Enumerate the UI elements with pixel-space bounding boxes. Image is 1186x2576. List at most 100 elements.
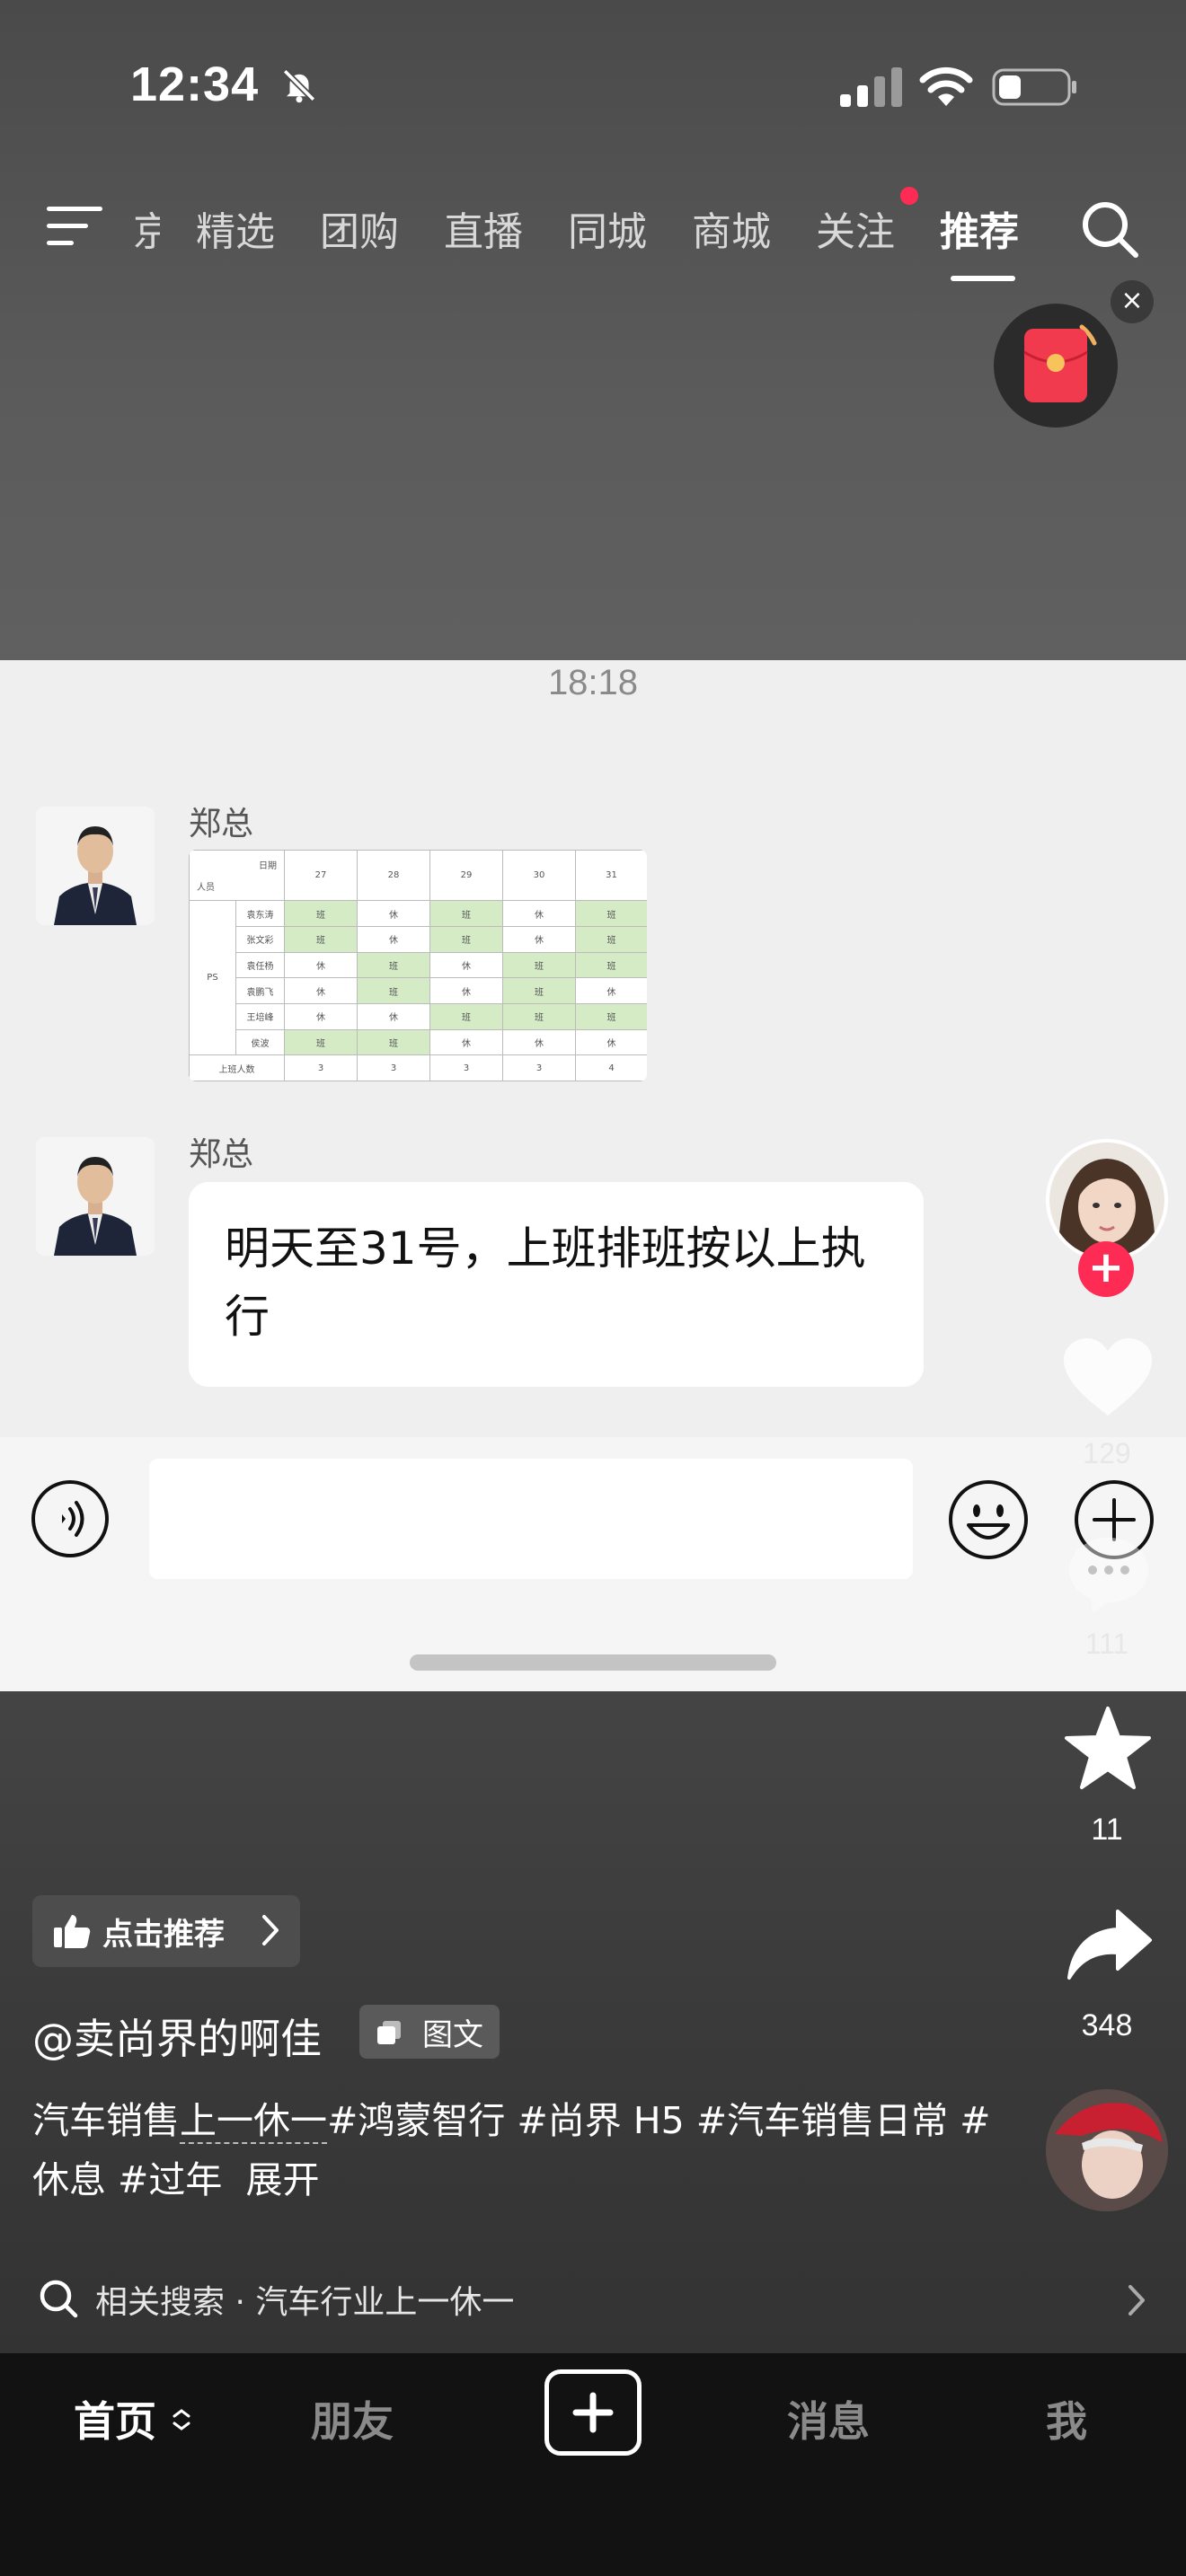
person-suit-icon — [36, 1137, 155, 1256]
tab-recommend[interactable]: 推荐 — [940, 199, 1019, 257]
person-name: 袁任杨 — [235, 951, 285, 979]
person-name: 王培峰 — [235, 1002, 285, 1030]
total-cell: 3 — [429, 1054, 503, 1081]
shift-cell: 休 — [357, 1002, 430, 1030]
shift-cell: 休 — [575, 1028, 647, 1056]
shift-cell: 班 — [575, 1002, 647, 1030]
date-header: 28 — [357, 850, 430, 902]
chevron-right-icon — [1128, 2285, 1145, 2316]
desc-text: 汽车销售 — [32, 2099, 180, 2142]
chat-timestamp: 18:18 — [547, 663, 639, 702]
shift-cell: 班 — [284, 900, 358, 927]
person-name: 侯波 — [235, 1028, 285, 1056]
bell-off-icon — [282, 68, 316, 103]
battery-icon — [992, 68, 1076, 106]
shift-cell: 班 — [429, 925, 503, 953]
create-button[interactable] — [544, 2369, 642, 2456]
shift-cell: 班 — [502, 977, 576, 1004]
shift-cell: 休 — [284, 951, 358, 979]
person-name: 袁鹏飞 — [235, 977, 285, 1004]
red-envelope-icon — [1023, 324, 1097, 402]
share-icon[interactable] — [1066, 1908, 1154, 1981]
sender-name: 郑总 — [189, 806, 254, 842]
avatar — [36, 1137, 155, 1256]
tab-messages[interactable]: 消息 — [787, 2389, 870, 2448]
tab-me[interactable]: 我 — [1046, 2389, 1087, 2448]
music-disc-photo — [1046, 2089, 1168, 2211]
signal-icon — [840, 67, 902, 107]
schedule-table-image[interactable]: 日期 人员 27 28 29 30 31 PS 袁东涛 班 休 班 休 班 张文… — [189, 850, 647, 1081]
share-count: 348 — [1081, 2008, 1133, 2042]
shift-cell: 班 — [284, 925, 358, 953]
total-cell: 3 — [357, 1054, 430, 1081]
shift-cell: 班 — [502, 1002, 576, 1030]
person-name: 袁东涛 — [235, 900, 285, 927]
expand-link[interactable]: 展开 — [245, 2158, 319, 2201]
tab-featured[interactable]: 精选 — [196, 199, 275, 257]
message-input[interactable] — [149, 1459, 913, 1579]
wifi-icon — [919, 66, 973, 106]
shift-cell: 休 — [429, 951, 503, 979]
tab-group-buy[interactable]: 团购 — [320, 199, 399, 257]
date-header: 29 — [429, 850, 503, 902]
shift-cell: 班 — [575, 951, 647, 979]
author-name[interactable]: @卖尚界的啊佳 — [32, 2007, 322, 2066]
person-name: 张文彩 — [235, 925, 285, 953]
heart-icon[interactable] — [1062, 1337, 1154, 1419]
sender-name: 郑总 — [189, 1136, 254, 1173]
menu-icon[interactable] — [47, 205, 102, 248]
shift-cell: 休 — [357, 925, 430, 953]
tab-home[interactable]: 首页 — [74, 2389, 156, 2448]
total-cell: 3 — [502, 1054, 576, 1081]
post-description[interactable]: 汽车销售上一休一#鸿蒙智行 #尚界 H5 #汽车销售日常 #休息 #过年 展开 — [32, 2091, 1012, 2210]
group-label: PS — [189, 900, 236, 1056]
avatar — [36, 807, 155, 925]
date-header: 30 — [502, 850, 576, 902]
shift-cell: 班 — [357, 977, 430, 1004]
corner-person-label: 人员 — [197, 883, 215, 894]
shift-cell: 班 — [575, 925, 647, 953]
active-tab-indicator — [951, 276, 1015, 281]
recommend-label: 点击推荐 — [102, 1917, 225, 1953]
emoji-icon[interactable] — [947, 1478, 1030, 1561]
shift-cell: 休 — [575, 977, 647, 1004]
search-icon — [40, 2280, 78, 2318]
shift-cell: 班 — [429, 900, 503, 927]
desc-keyword-link[interactable]: 上一休一 — [180, 2099, 327, 2144]
tab-following[interactable]: 关注 — [816, 199, 895, 257]
comment-count: 111 — [1084, 1628, 1129, 1660]
music-disc[interactable] — [1046, 2089, 1168, 2211]
date-header: 31 — [575, 850, 647, 902]
follow-button[interactable]: + — [1078, 1241, 1134, 1297]
shift-cell: 班 — [357, 1028, 430, 1056]
tab-friends[interactable]: 朋友 — [311, 2389, 394, 2448]
shift-cell: 休 — [429, 977, 503, 1004]
comment-icon[interactable] — [1066, 1534, 1152, 1615]
like-count: 129 — [1083, 1437, 1131, 1469]
total-label: 上班人数 — [189, 1054, 285, 1081]
shift-cell: 休 — [502, 900, 576, 927]
tab-live[interactable]: 直播 — [444, 199, 523, 257]
voice-icon[interactable] — [30, 1478, 111, 1559]
tab-partial[interactable]: 京 — [133, 199, 160, 257]
plus-icon — [572, 2392, 614, 2433]
shift-cell: 休 — [357, 900, 430, 927]
shift-cell: 休 — [502, 925, 576, 953]
person-suit-icon — [36, 807, 155, 925]
post-type-label: 图文 — [422, 2017, 483, 2053]
tab-mall[interactable]: 商城 — [692, 199, 771, 257]
favorite-count: 11 — [1091, 1813, 1123, 1847]
total-cell: 4 — [575, 1054, 647, 1081]
red-packet-widget[interactable] — [994, 304, 1118, 428]
shift-cell: 班 — [357, 951, 430, 979]
home-indicator — [410, 1654, 776, 1671]
refresh-arrows-icon[interactable] — [171, 2404, 192, 2436]
star-icon[interactable] — [1064, 1705, 1152, 1793]
search-icon[interactable] — [1078, 198, 1141, 260]
shift-cell: 休 — [429, 1028, 503, 1056]
image-text-icon — [377, 2021, 401, 2044]
shift-cell: 班 — [429, 1002, 503, 1030]
close-icon[interactable]: × — [1111, 280, 1154, 323]
tab-nearby[interactable]: 同城 — [568, 199, 647, 257]
schedule-table: 日期 人员 27 28 29 30 31 PS 袁东涛 班 休 班 休 班 张文… — [189, 850, 647, 1081]
